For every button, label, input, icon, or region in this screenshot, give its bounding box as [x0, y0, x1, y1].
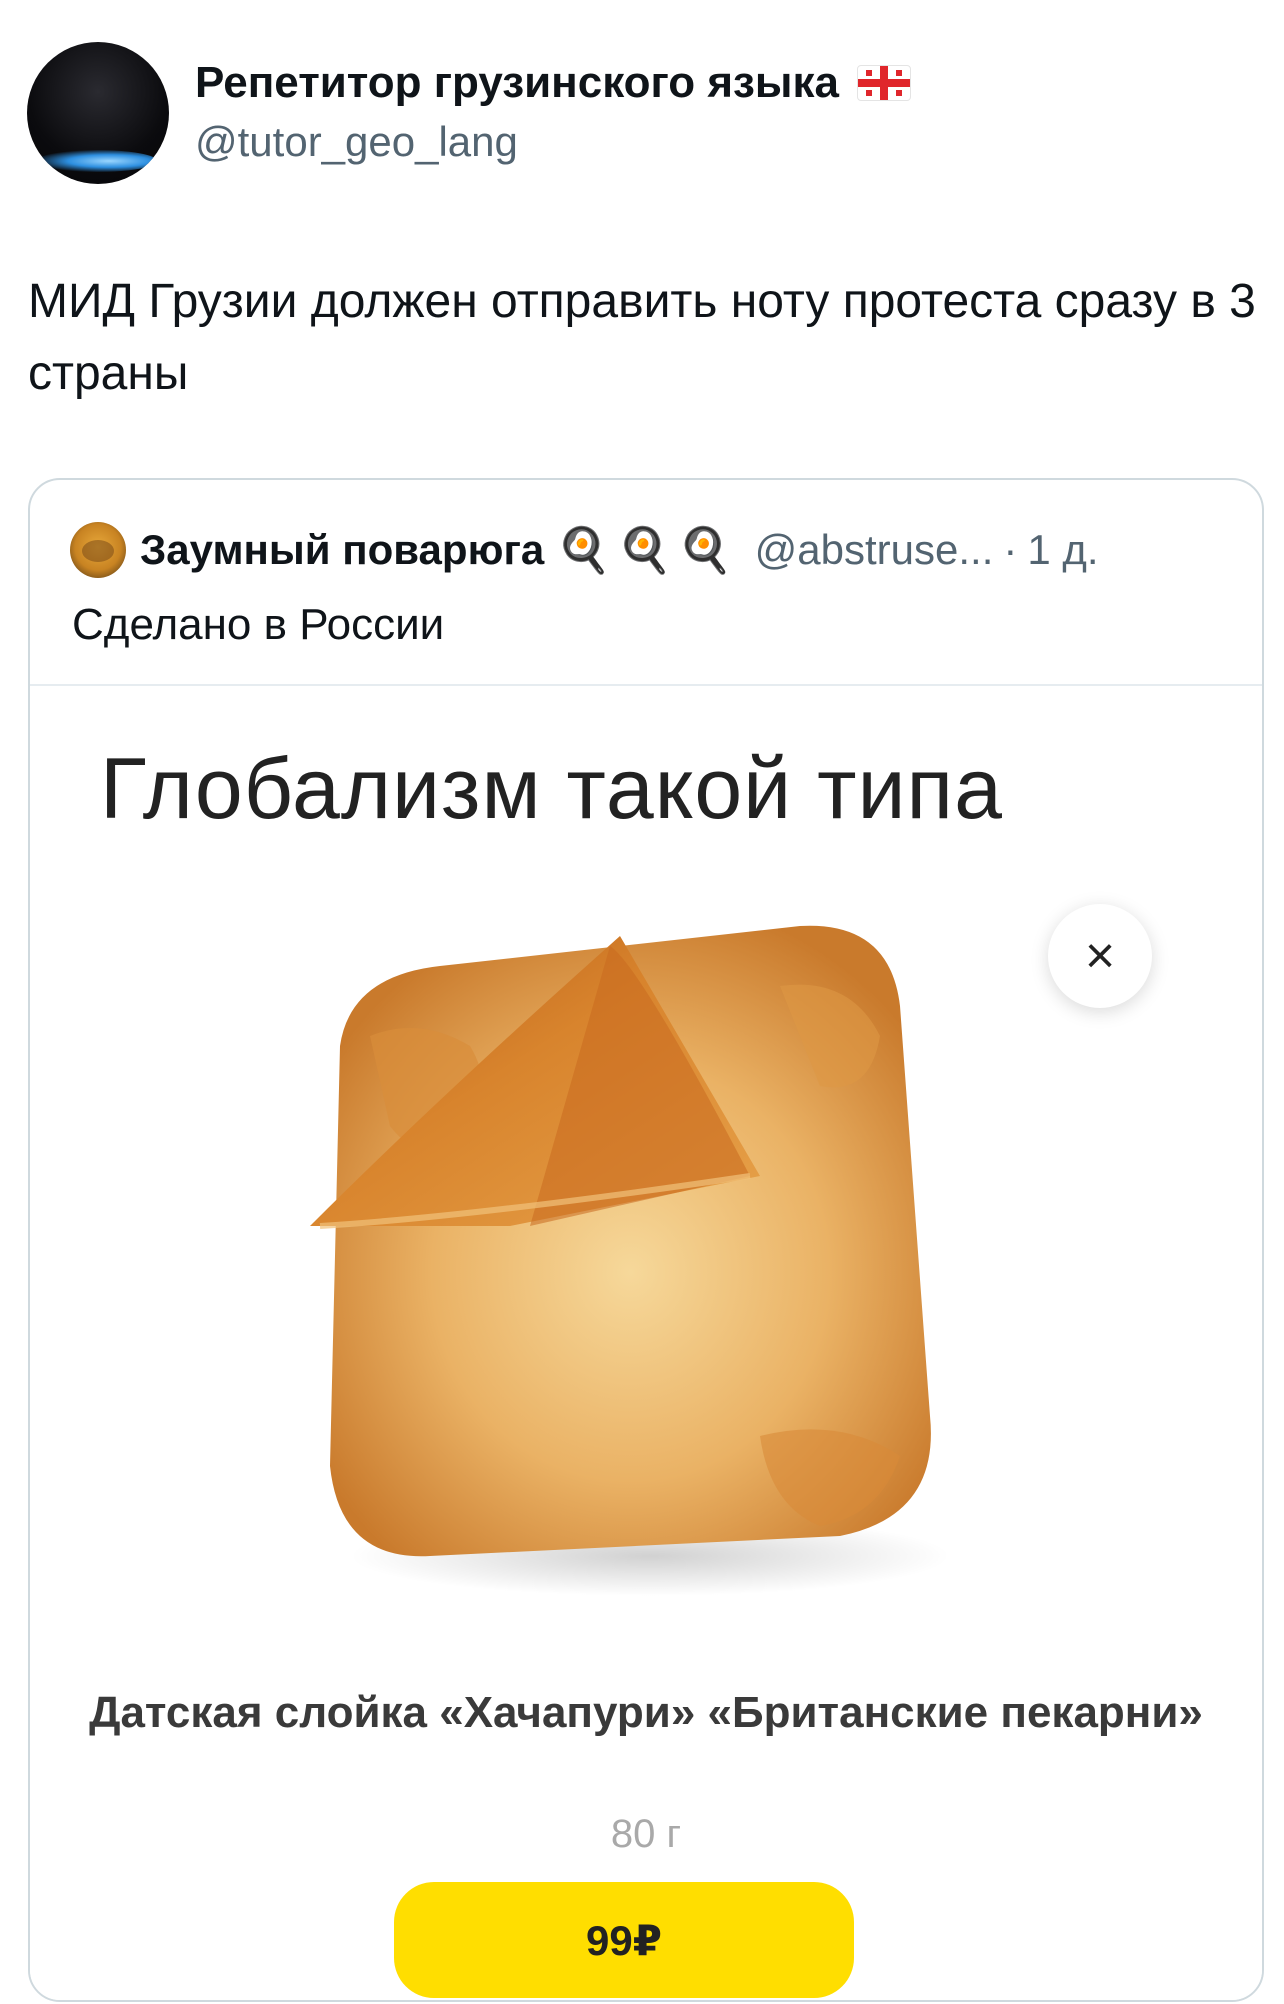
tweet: Репетитор грузинского языка @tutor_geo_l… — [0, 0, 1284, 2004]
georgia-flag-icon — [857, 65, 911, 101]
author-name[interactable]: Репетитор грузинского языка — [195, 58, 839, 108]
quoted-media-image[interactable]: Глобализм такой типа × Датская слойка «Х… — [30, 684, 1262, 2000]
quoted-timestamp[interactable]: 1 д. — [1027, 526, 1098, 574]
product-name: Датская слойка «Хачапури» «Британские пе… — [89, 1688, 1203, 1737]
author-avatar[interactable] — [27, 42, 169, 184]
quoted-tweet[interactable]: Заумный поварюга 🍳🍳🍳 @abstruse... · 1 д.… — [28, 478, 1264, 2002]
quoted-author-name[interactable]: Заумный поварюга — [140, 526, 544, 574]
quoted-author-avatar[interactable] — [70, 522, 126, 578]
pastry-image — [310, 925, 950, 1596]
price-button: 99₽ — [394, 1882, 854, 1998]
product-weight: 80 г — [610, 1812, 682, 1856]
author-handle[interactable]: @tutor_geo_lang — [195, 118, 518, 166]
author-name-row[interactable]: Репетитор грузинского языка — [195, 58, 911, 108]
quoted-tweet-header: Заумный поварюга 🍳🍳🍳 @abstruse... · 1 д. — [70, 522, 1099, 578]
close-button: × — [1048, 904, 1152, 1008]
meme-title: Глобализм такой типа — [100, 741, 1003, 837]
quoted-tweet-text: Сделано в России — [72, 600, 445, 649]
tweet-text: МИД Грузии должен отправить ноту протест… — [28, 275, 1256, 400]
close-icon: × — [1084, 927, 1116, 985]
avatar-glow — [37, 150, 157, 172]
quoted-author-handle[interactable]: @abstruse... — [755, 526, 994, 574]
frying-pan-egg-icon: 🍳🍳🍳 — [556, 526, 739, 575]
separator-dot: · — [1003, 526, 1018, 573]
price-label: 99₽ — [586, 1916, 662, 1964]
